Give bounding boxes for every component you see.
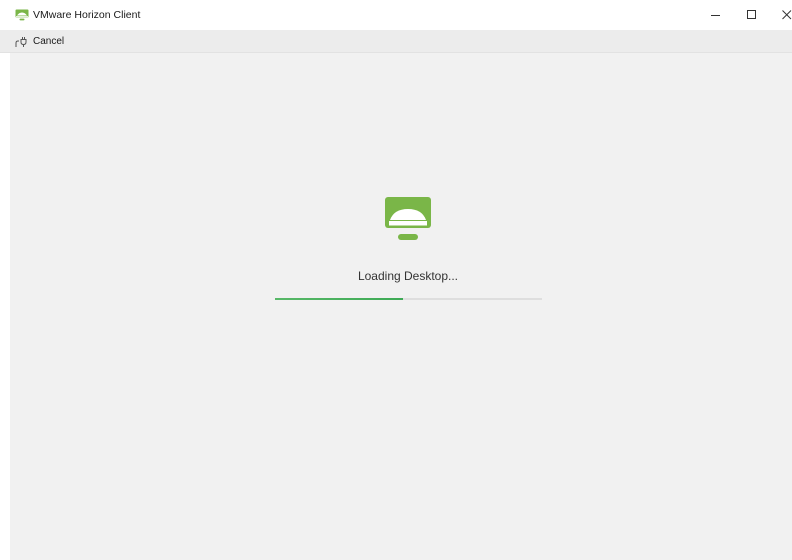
- loading-status-text: Loading Desktop...: [357, 269, 459, 283]
- close-button[interactable]: [773, 0, 792, 30]
- maximize-icon: [747, 10, 756, 19]
- minimize-icon: [711, 15, 720, 16]
- cancel-button-label: Cancel: [33, 35, 65, 47]
- left-border: [0, 53, 10, 560]
- maximize-button[interactable]: [738, 0, 766, 30]
- cancel-button[interactable]: Cancel: [15, 33, 64, 50]
- progress-fill: [275, 298, 404, 300]
- loading-progress-bar: [275, 298, 542, 300]
- close-icon: [782, 10, 792, 20]
- horizon-desktop-icon: [385, 197, 431, 240]
- title-bar: VMware Horizon Client: [0, 0, 792, 30]
- horizon-desktop-icon: [15, 9, 29, 21]
- toolbar: Cancel: [0, 30, 792, 53]
- window-title: VMware Horizon Client: [33, 9, 141, 21]
- loading-panel: [10, 53, 792, 560]
- disconnect-plug-icon: [15, 36, 27, 47]
- minimize-button[interactable]: [702, 0, 730, 30]
